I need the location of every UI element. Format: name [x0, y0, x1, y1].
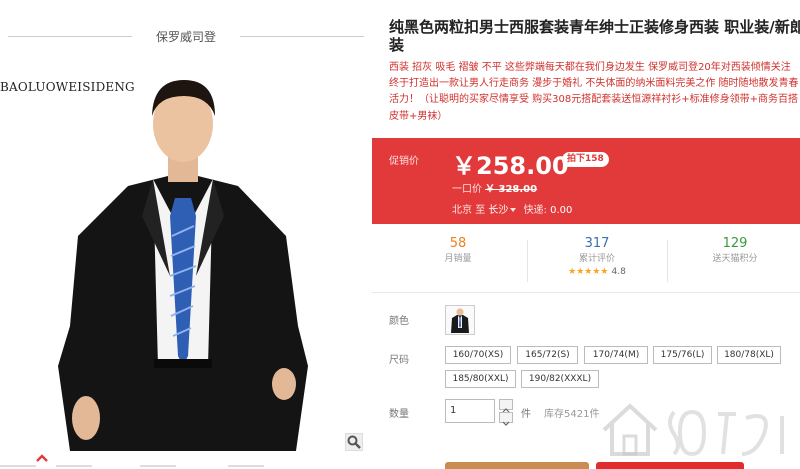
- ship-city: 长沙: [488, 205, 509, 216]
- house-logo-icon: [602, 403, 784, 457]
- points-value: 129: [722, 236, 748, 251]
- magnifier-icon: [347, 435, 361, 449]
- size-option[interactable]: 170/74(M): [584, 346, 648, 364]
- quantity-label: 数量: [389, 409, 409, 420]
- original-price: ￥ 328.00: [485, 184, 538, 195]
- zoom-button[interactable]: [345, 433, 363, 451]
- ship-fee: 0.00: [550, 205, 573, 216]
- thumbnail[interactable]: [228, 465, 264, 467]
- monthly-sales: 58 月销量: [388, 236, 528, 266]
- size-label: 尺码: [389, 355, 409, 366]
- points-label: 送天猫积分: [712, 254, 758, 264]
- price-panel: 促销价 ￥258.00 拍下158 一口价 ￥ 328.00 北京 至 长沙 快递…: [372, 138, 800, 224]
- thumbnail[interactable]: [140, 465, 176, 467]
- size-option[interactable]: 175/76(L): [653, 346, 712, 364]
- promo-price-label: 促销价: [389, 156, 419, 167]
- ship-fee-label: 快递:: [523, 205, 547, 216]
- stats-bar: 58 月销量 317 累计评价 ★★★★★ 4.8 129 送天猫积分: [372, 232, 800, 290]
- color-thumbnail: [451, 308, 469, 333]
- original-price-row: 一口价 ￥ 328.00: [452, 180, 537, 195]
- rating-value: 4.8: [611, 267, 626, 277]
- promo-price: ￥258.00: [452, 152, 569, 180]
- brand-header: 保罗威司登: [8, 28, 364, 44]
- quantity-decrease-button[interactable]: [499, 412, 513, 426]
- product-subtitle: 西装 招灰 吸毛 褶皱 不平 这些弊端每天都在我们身边发生 保罗威司登20年对西…: [389, 62, 799, 122]
- size-option[interactable]: 165/72(S): [517, 346, 578, 364]
- reviews-value: 317: [584, 236, 610, 251]
- monthly-sales-label: 月销量: [444, 254, 472, 264]
- divider: [240, 36, 364, 37]
- ship-city-select[interactable]: 长沙: [488, 205, 520, 216]
- size-option[interactable]: 180/78(XL): [717, 346, 781, 364]
- original-price-label: 一口价: [452, 184, 482, 195]
- thumbnail-strip: [0, 465, 372, 469]
- rating: ★★★★★ 4.8: [527, 266, 667, 278]
- thumbnail[interactable]: [0, 465, 36, 467]
- reviews-label: 累计评价: [578, 254, 615, 264]
- chevron-up-icon[interactable]: [34, 452, 50, 464]
- shipping-row: 北京 至 长沙 快递: 0.00: [452, 201, 572, 216]
- ship-to-word: 至: [475, 205, 486, 216]
- reviews[interactable]: 317 累计评价 ★★★★★ 4.8: [527, 236, 667, 278]
- color-label: 颜色: [389, 316, 409, 327]
- caret-down-icon: [510, 208, 517, 212]
- product-gallery: 保罗威司登 BAOLUOWEISIDENG: [0, 0, 372, 469]
- divider: [372, 292, 800, 293]
- color-option-black[interactable]: [445, 305, 475, 335]
- ship-from: 北京: [452, 205, 472, 216]
- quantity-unit: 件: [521, 409, 531, 420]
- product-page: 保罗威司登 BAOLUOWEISIDENG 纯黑色两粒扣男士西服套装青年绅士正装…: [0, 0, 800, 469]
- monthly-sales-value: 58: [449, 236, 467, 251]
- product-title: 纯黑色两粒扣男士西服套装青年绅士正装修身西装 职业装/新郎装: [389, 18, 800, 54]
- buy-now-button[interactable]: [596, 462, 744, 469]
- arrow-down-icon: [502, 421, 510, 426]
- thumbnail[interactable]: [56, 465, 92, 467]
- stock-count: 库存5421件: [544, 409, 600, 420]
- product-photo[interactable]: [58, 66, 308, 456]
- quantity-input[interactable]: 1: [445, 399, 495, 423]
- tmall-points: 129 送天猫积分: [665, 236, 800, 266]
- quantity-increase-button[interactable]: [499, 399, 513, 413]
- rating-stars: ★★★★★: [568, 267, 609, 277]
- discount-badge: 拍下158: [562, 152, 609, 167]
- size-option[interactable]: 185/80(XXL): [445, 370, 516, 388]
- size-option[interactable]: 160/70(XS): [445, 346, 511, 364]
- size-option[interactable]: 190/82(XXXL): [521, 370, 599, 388]
- add-to-cart-button[interactable]: [445, 462, 589, 469]
